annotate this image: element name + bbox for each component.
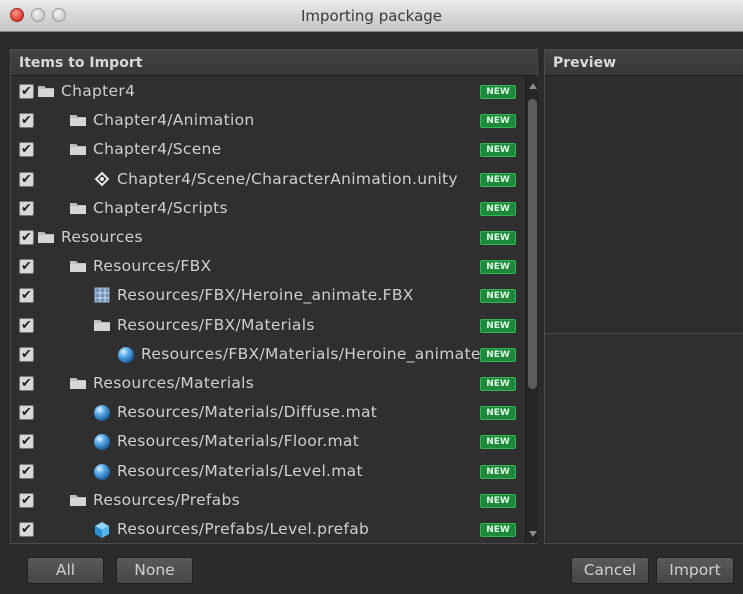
import-item-row[interactable]: ✔ Resources/Prefabs NEW	[11, 486, 523, 515]
item-checkbox[interactable]: ✔	[19, 142, 34, 158]
import-item-row[interactable]: ✔ Resources/FBX/Heroine_animate.FBX NEW	[11, 281, 523, 310]
import-item-row[interactable]: ✔ Resources/Materials NEW	[11, 369, 523, 398]
new-badge: NEW	[480, 85, 516, 99]
item-checkbox[interactable]: ✔	[19, 259, 34, 275]
folder-icon	[93, 317, 111, 333]
import-item-row[interactable]: ✔ Resources/FBX/Materials NEW	[11, 311, 523, 340]
items-panel-header: Items to Import	[11, 50, 537, 76]
new-badge: NEW	[480, 231, 516, 245]
import-item-row[interactable]: ✔ Chapter4/Scripts NEW	[11, 194, 523, 223]
unity-scene-icon	[93, 171, 111, 187]
item-label: Resources/Materials/Level.mat	[117, 461, 363, 480]
folder-icon	[37, 229, 55, 245]
new-badge: NEW	[480, 493, 516, 508]
item-checkbox[interactable]: ✔	[19, 230, 34, 245]
item-label: Resources/FBX/Materials	[117, 315, 315, 334]
new-badge: NEW	[480, 260, 516, 275]
new-badge: NEW	[480, 464, 516, 479]
item-label: Chapter4/Animation	[93, 111, 255, 130]
import-item-row[interactable]: ✔ Resources/FBX/Materials/Heroine_animate…	[11, 340, 523, 369]
scroll-down-arrow-icon[interactable]	[529, 531, 537, 537]
scroll-up-arrow-icon[interactable]	[529, 83, 537, 89]
item-checkbox[interactable]: ✔	[19, 171, 34, 187]
item-label: Chapter4/Scene/CharacterAnimation.unity	[117, 169, 458, 188]
new-badge: NEW	[480, 435, 516, 450]
prefab-icon	[93, 521, 111, 538]
new-badge: NEW	[480, 377, 516, 391]
item-checkbox[interactable]: ✔	[19, 288, 34, 304]
preview-area	[545, 77, 743, 334]
new-badge: NEW	[480, 172, 516, 187]
item-label: Resources/Materials	[93, 374, 255, 392]
item-checkbox[interactable]: ✔	[19, 405, 34, 421]
import-item-row[interactable]: ✔ Chapter4/Scene NEW	[11, 135, 523, 164]
item-checkbox[interactable]: ✔	[19, 376, 34, 391]
import-item-row[interactable]: ✔ Chapter4/Animation NEW	[11, 106, 523, 135]
item-label: Resources/FBX/Heroine_animate.FBX	[117, 286, 414, 305]
new-badge: NEW	[480, 201, 516, 216]
select-all-button[interactable]: All	[27, 557, 104, 584]
import-item-row[interactable]: ✔ Chapter4/Scene/CharacterAnimation.unity…	[11, 165, 523, 194]
items-scrollbar[interactable]	[525, 77, 538, 543]
scroll-thumb[interactable]	[528, 99, 537, 389]
folder-icon	[69, 200, 87, 216]
material-icon	[93, 463, 111, 480]
import-item-row[interactable]: ✔ Resources NEW	[11, 223, 523, 252]
import-item-row[interactable]: ✔ Resources/Prefabs/Level.prefab NEW	[11, 515, 523, 543]
item-label: Resources	[61, 228, 143, 246]
new-badge: NEW	[480, 114, 516, 129]
folder-icon	[69, 375, 87, 391]
material-icon	[117, 346, 135, 363]
new-badge: NEW	[480, 289, 516, 304]
preview-panel-header: Preview	[545, 50, 743, 76]
import-item-row[interactable]: ✔ Resources/Materials/Floor.mat NEW	[11, 427, 523, 456]
new-badge: NEW	[480, 406, 516, 421]
items-list: ✔ Chapter4 NEW ✔ Chapter4/Animation NEW ✔ Chapt…	[11, 77, 523, 543]
new-badge: NEW	[480, 318, 516, 333]
item-checkbox[interactable]: ✔	[19, 434, 34, 450]
title-bar: Importing package	[0, 0, 743, 32]
item-checkbox[interactable]: ✔	[19, 492, 34, 508]
item-checkbox[interactable]: ✔	[19, 84, 34, 99]
folder-icon	[37, 83, 55, 99]
import-item-row[interactable]: ✔ Resources/FBX NEW	[11, 252, 523, 281]
item-label: Chapter4/Scripts	[93, 198, 228, 217]
new-badge: NEW	[480, 347, 516, 362]
items-to-import-panel: Items to Import ✔ Chapter4 NEW ✔ Chapter4/An…	[10, 49, 538, 544]
mesh-icon	[93, 287, 111, 303]
item-checkbox[interactable]: ✔	[19, 522, 34, 537]
cancel-button[interactable]: Cancel	[571, 557, 649, 584]
item-checkbox[interactable]: ✔	[19, 463, 34, 479]
import-item-row[interactable]: ✔ Chapter4 NEW	[11, 77, 523, 106]
item-label: Resources/FBX/Materials/Heroine_animate	[141, 344, 481, 363]
material-icon	[93, 433, 111, 451]
new-badge: NEW	[480, 523, 516, 537]
item-label: Resources/Materials/Floor.mat	[117, 432, 360, 451]
import-button[interactable]: Import	[656, 557, 734, 584]
new-badge: NEW	[480, 143, 516, 158]
item-label: Resources/FBX	[93, 257, 212, 276]
item-label: Resources/Materials/Diffuse.mat	[117, 403, 378, 422]
item-checkbox[interactable]: ✔	[19, 317, 34, 333]
item-label: Chapter4	[61, 82, 136, 100]
item-checkbox[interactable]: ✔	[19, 346, 34, 362]
import-item-row[interactable]: ✔ Resources/Materials/Level.mat NEW	[11, 457, 523, 486]
folder-icon	[69, 112, 87, 128]
select-none-button[interactable]: None	[116, 557, 193, 584]
folder-icon	[69, 492, 87, 508]
folder-icon	[69, 258, 87, 274]
import-item-row[interactable]: ✔ Resources/Materials/Diffuse.mat NEW	[11, 398, 523, 427]
material-icon	[93, 404, 111, 422]
preview-panel: Preview	[544, 49, 743, 544]
item-label: Chapter4/Scene	[93, 140, 222, 159]
item-checkbox[interactable]: ✔	[19, 113, 34, 129]
item-label: Resources/Prefabs	[93, 490, 240, 509]
folder-icon	[69, 141, 87, 157]
window-title: Importing package	[300, 7, 443, 25]
item-label: Resources/Prefabs/Level.prefab	[117, 520, 370, 538]
item-checkbox[interactable]: ✔	[19, 200, 34, 216]
